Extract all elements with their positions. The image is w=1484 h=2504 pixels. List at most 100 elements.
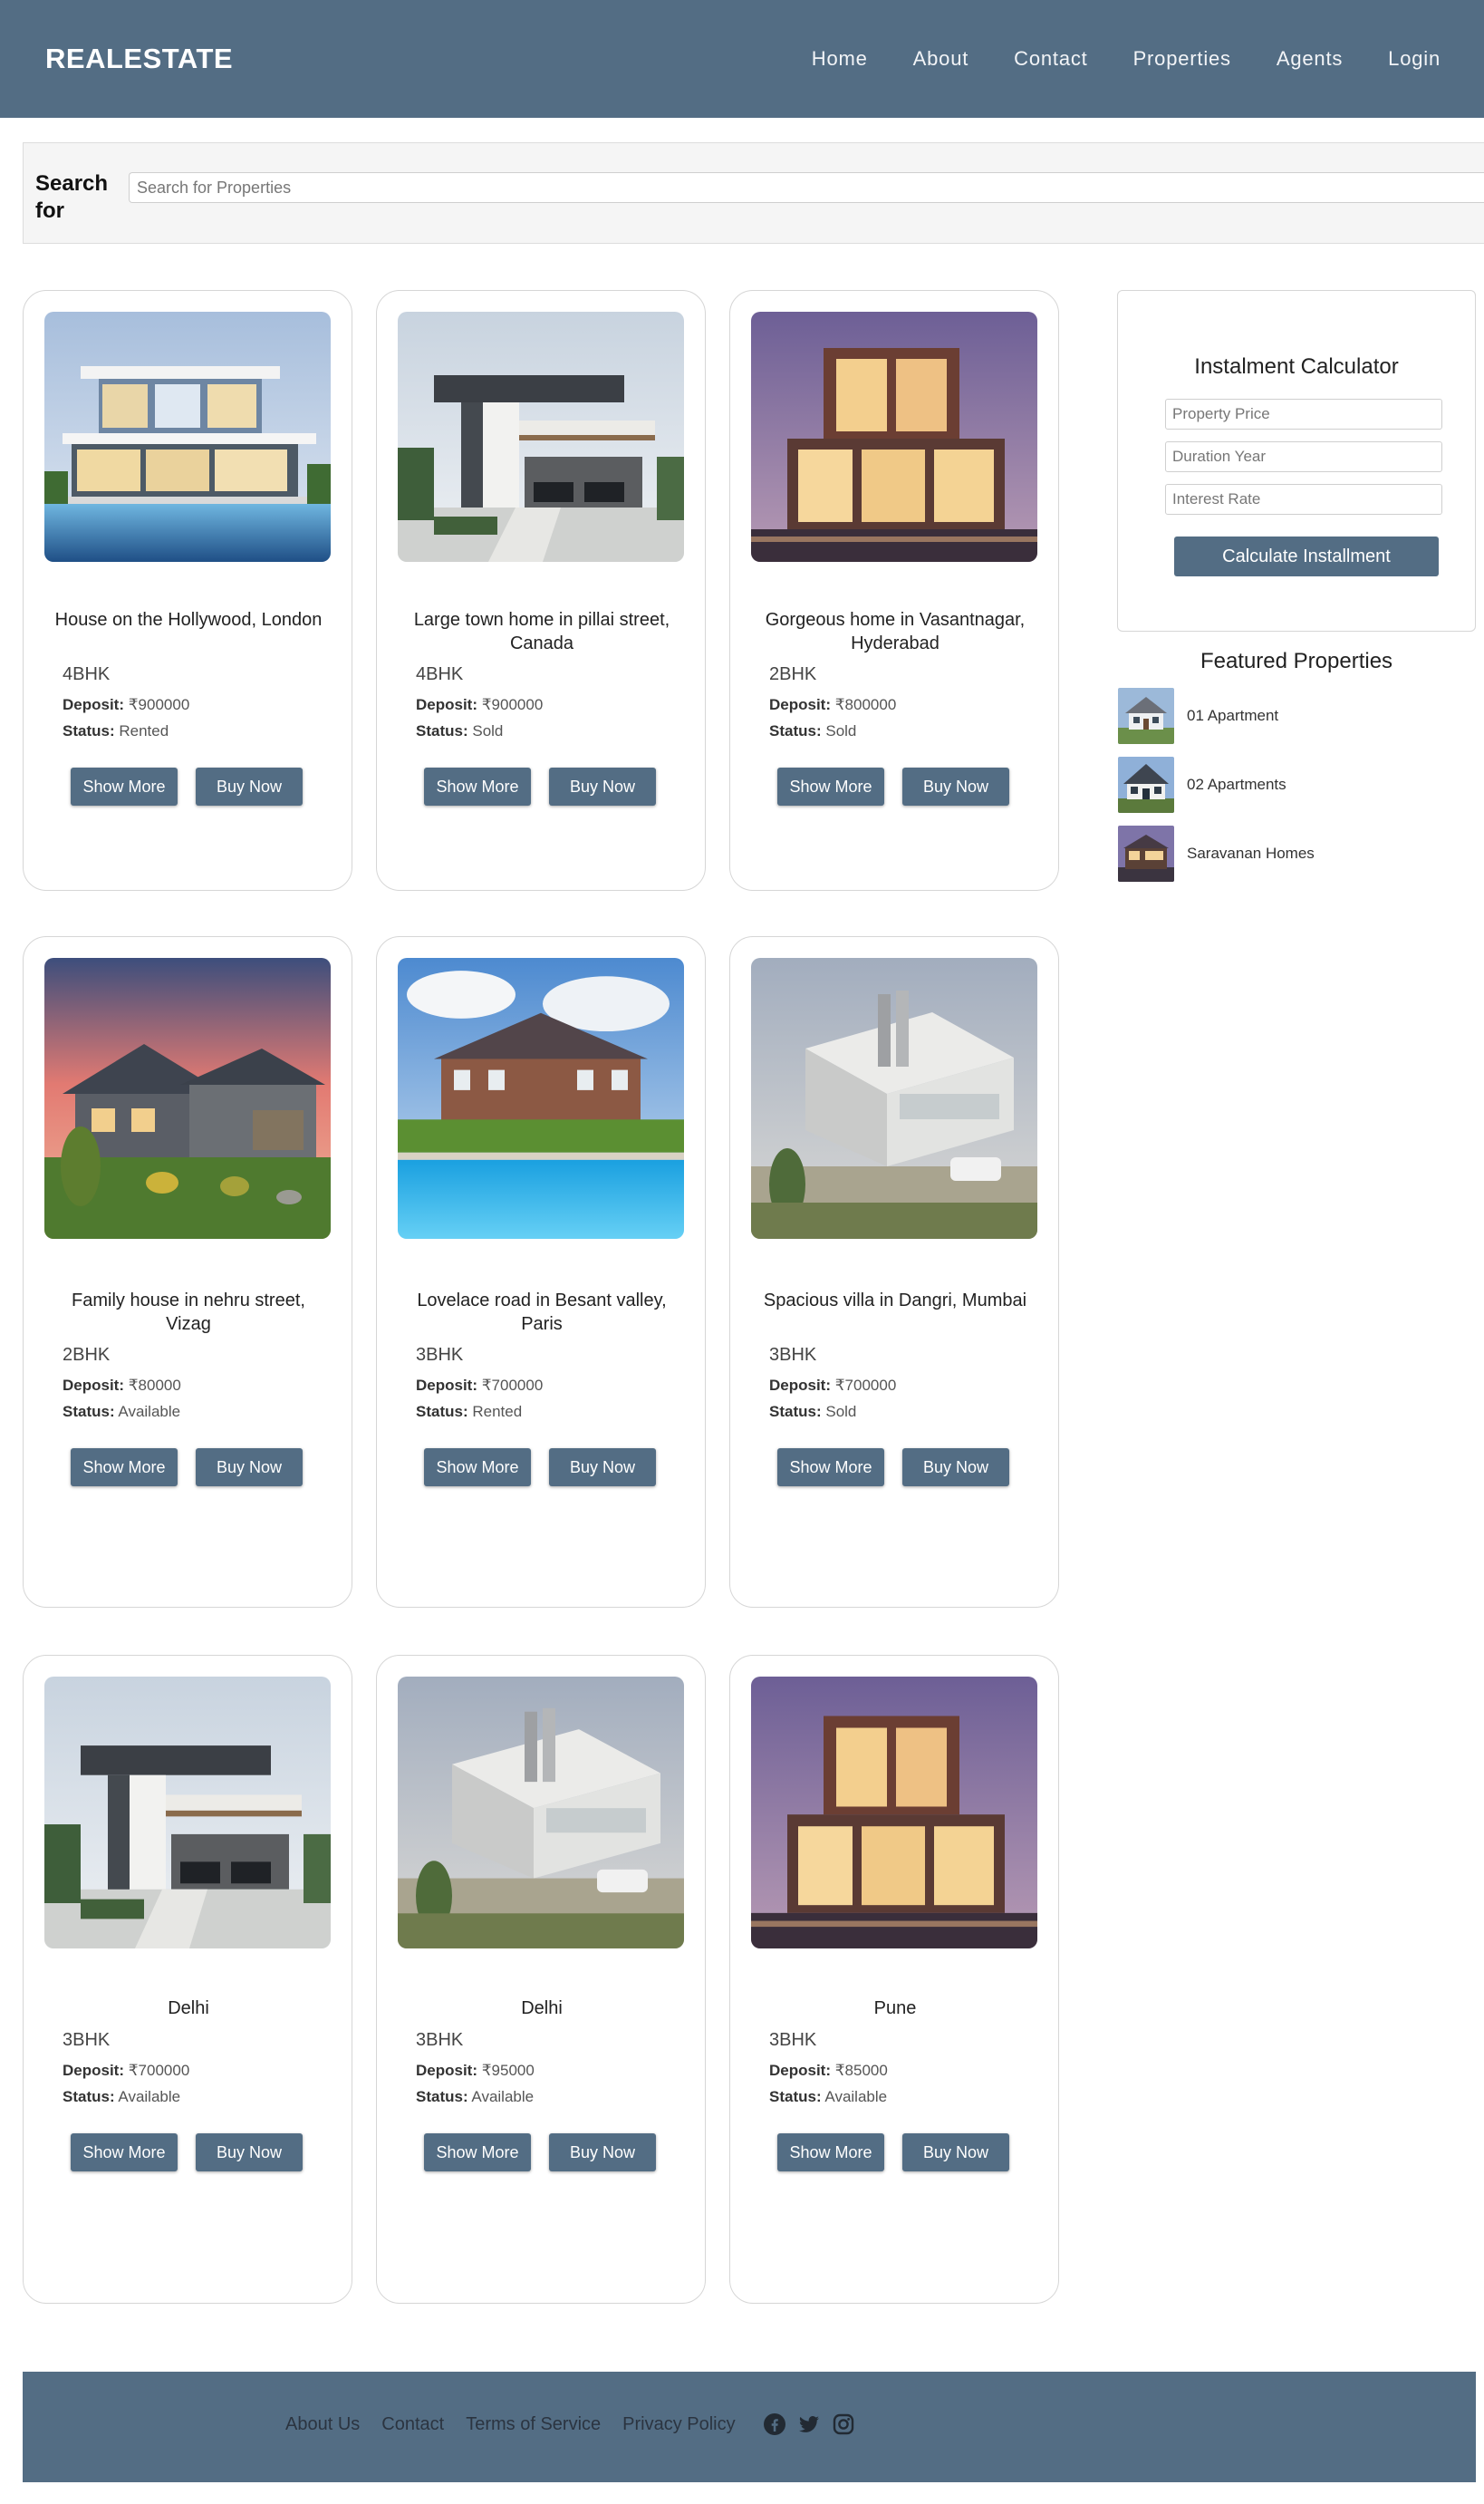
- property-title: Pune: [873, 1998, 917, 2018]
- property-status: Status: Rented: [63, 722, 169, 740]
- property-image[interactable]: [44, 1677, 331, 1948]
- property-deposit: Deposit: ₹95000: [416, 2062, 535, 2080]
- brand-logo[interactable]: REALESTATE: [45, 43, 233, 75]
- nav-link-properties[interactable]: Properties: [1133, 47, 1231, 71]
- property-image[interactable]: [751, 958, 1037, 1239]
- deposit-label: Deposit:: [63, 1377, 124, 1394]
- nav-link-about[interactable]: About: [913, 47, 969, 71]
- property-image[interactable]: [751, 312, 1037, 562]
- property-type: 4BHK: [416, 664, 464, 684]
- buy-now-button[interactable]: Buy Now: [549, 768, 656, 806]
- property-image[interactable]: [398, 1677, 684, 1948]
- twitter-icon[interactable]: [797, 2412, 821, 2436]
- property-deposit: Deposit: ₹85000: [769, 2062, 888, 2080]
- status-label: Status:: [769, 2088, 822, 2105]
- property-status: Status: Sold: [416, 722, 503, 740]
- property-type: 3BHK: [769, 1345, 817, 1365]
- show-more-button[interactable]: Show More: [424, 1448, 531, 1486]
- navbar: REALESTATE Home About Contact Properties…: [0, 0, 1484, 118]
- deposit-value: ₹85000: [834, 2062, 888, 2079]
- nav-link-contact[interactable]: Contact: [1014, 47, 1087, 71]
- status-value: Available: [471, 2088, 535, 2105]
- property-deposit: Deposit: ₹700000: [416, 1377, 543, 1395]
- property-status: Status: Available: [769, 2088, 887, 2106]
- property-type: 3BHK: [416, 2030, 464, 2050]
- calculate-installment-button[interactable]: Calculate Installment: [1174, 537, 1439, 576]
- footer-link-privacy[interactable]: Privacy Policy: [622, 2414, 735, 2435]
- property-card: Delhi 3BHK Deposit: ₹700000 Status: Avai…: [23, 1655, 352, 2304]
- property-type: 3BHK: [769, 2030, 817, 2050]
- nav-link-agents[interactable]: Agents: [1277, 47, 1343, 71]
- show-more-button[interactable]: Show More: [71, 768, 178, 806]
- status-value: Rented: [472, 1403, 523, 1420]
- status-value: Sold: [825, 722, 857, 740]
- status-value: Sold: [472, 722, 504, 740]
- property-card: Family house in nehru street, Vizag 2BHK…: [23, 936, 352, 1608]
- footer-links: About Us Contact Terms of Service Privac…: [285, 2412, 855, 2436]
- deposit-value: ₹700000: [834, 1377, 897, 1394]
- property-image[interactable]: [44, 312, 331, 562]
- show-more-button[interactable]: Show More: [424, 768, 531, 806]
- footer-link-contact[interactable]: Contact: [381, 2414, 444, 2435]
- featured-item[interactable]: 02 Apartments: [1118, 757, 1286, 813]
- property-image[interactable]: [398, 312, 684, 562]
- deposit-value: ₹700000: [128, 2062, 190, 2079]
- property-title: House on the Hollywood, London: [54, 610, 323, 630]
- show-more-button[interactable]: Show More: [71, 1448, 178, 1486]
- property-status: Status: Sold: [769, 722, 856, 740]
- calculator-title: Instalment Calculator: [1194, 354, 1399, 379]
- featured-item[interactable]: Saravanan Homes: [1118, 826, 1315, 882]
- show-more-button[interactable]: Show More: [777, 1448, 884, 1486]
- buy-now-button[interactable]: Buy Now: [549, 2133, 656, 2171]
- interest-rate-input[interactable]: [1165, 484, 1442, 515]
- property-status: Status: Available: [63, 1403, 180, 1421]
- show-more-button[interactable]: Show More: [424, 2133, 531, 2171]
- footer-link-terms[interactable]: Terms of Service: [466, 2414, 601, 2435]
- search-input[interactable]: [129, 172, 1484, 203]
- nav-link-login[interactable]: Login: [1388, 47, 1441, 71]
- deposit-label: Deposit:: [63, 696, 124, 713]
- deposit-value: ₹95000: [481, 2062, 535, 2079]
- social-icons: [763, 2412, 855, 2436]
- show-more-button[interactable]: Show More: [777, 768, 884, 806]
- facebook-icon[interactable]: [763, 2412, 786, 2436]
- show-more-button[interactable]: Show More: [71, 2133, 178, 2171]
- property-title: Family house in nehru street, Vizag: [72, 1291, 305, 1334]
- footer-link-about-us[interactable]: About Us: [285, 2414, 360, 2435]
- property-type: 3BHK: [63, 2030, 111, 2050]
- property-card: Lovelace road in Besant valley, Paris 3B…: [376, 936, 706, 1608]
- deposit-value: ₹900000: [481, 696, 544, 713]
- property-image[interactable]: [44, 958, 331, 1239]
- show-more-button[interactable]: Show More: [777, 2133, 884, 2171]
- featured-properties-title: Featured Properties: [1200, 649, 1393, 673]
- buy-now-button[interactable]: Buy Now: [902, 768, 1009, 806]
- buy-now-button[interactable]: Buy Now: [196, 2133, 303, 2171]
- instalment-calculator: Instalment Calculator Calculate Installm…: [1117, 290, 1476, 632]
- buy-now-button[interactable]: Buy Now: [196, 768, 303, 806]
- property-title: Delhi: [168, 1998, 209, 2018]
- property-image[interactable]: [751, 1677, 1037, 1948]
- buy-now-button[interactable]: Buy Now: [549, 1448, 656, 1486]
- nav-link-home[interactable]: Home: [812, 47, 868, 71]
- status-label: Status:: [416, 2088, 468, 2105]
- property-deposit: Deposit: ₹900000: [416, 696, 543, 714]
- property-image[interactable]: [398, 958, 684, 1239]
- property-card: Pune 3BHK Deposit: ₹85000 Status: Availa…: [729, 1655, 1059, 2304]
- buy-now-button[interactable]: Buy Now: [196, 1448, 303, 1486]
- property-status: Status: Sold: [769, 1403, 856, 1421]
- property-status: Status: Available: [416, 2088, 534, 2106]
- status-label: Status:: [63, 2088, 115, 2105]
- property-status: Status: Available: [63, 2088, 180, 2106]
- property-price-input[interactable]: [1165, 399, 1442, 430]
- featured-item[interactable]: 01 Apartment: [1118, 688, 1278, 744]
- buy-now-button[interactable]: Buy Now: [902, 2133, 1009, 2171]
- status-value: Available: [824, 2088, 888, 2105]
- instagram-icon[interactable]: [832, 2412, 855, 2436]
- status-label: Status:: [416, 722, 468, 740]
- buy-now-button[interactable]: Buy Now: [902, 1448, 1009, 1486]
- duration-year-input[interactable]: [1165, 441, 1442, 472]
- property-title: Lovelace road in Besant valley, Paris: [417, 1291, 667, 1334]
- property-card: Spacious villa in Dangri, Mumbai 3BHK De…: [729, 936, 1059, 1608]
- deposit-label: Deposit:: [63, 2062, 124, 2079]
- property-status: Status: Rented: [416, 1403, 522, 1421]
